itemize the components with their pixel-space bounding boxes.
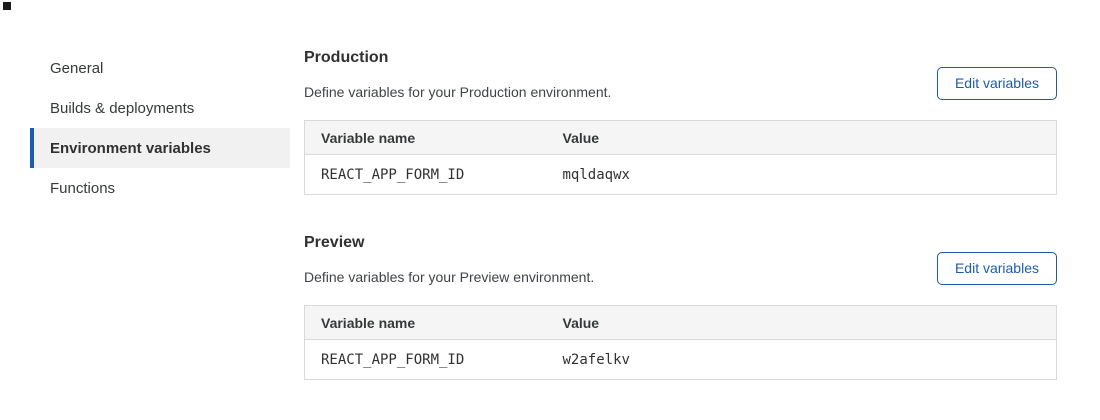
preview-section: Preview Define variables for your Previe… xyxy=(304,231,1057,380)
settings-sidebar: General Builds & deployments Environment… xyxy=(30,0,290,380)
sidebar-item-general[interactable]: General xyxy=(30,48,290,88)
preview-edit-variables-button[interactable]: Edit variables xyxy=(937,252,1057,285)
corner-mark xyxy=(3,2,11,10)
sidebar-item-functions[interactable]: Functions xyxy=(30,168,290,208)
preview-variables-table: Variable name Value REACT_APP_FORM_ID w2… xyxy=(304,305,1057,380)
sidebar-item-builds-deployments[interactable]: Builds & deployments xyxy=(30,88,290,128)
preview-section-header: Preview Define variables for your Previe… xyxy=(304,231,1057,287)
production-title: Production xyxy=(304,46,611,70)
value-column-header: Value xyxy=(547,306,1057,340)
production-section-header: Production Define variables for your Pro… xyxy=(304,46,1057,102)
sidebar-item-environment-variables[interactable]: Environment variables xyxy=(30,128,290,168)
production-variables-table: Variable name Value REACT_APP_FORM_ID mq… xyxy=(304,120,1057,195)
preview-heading-block: Preview Define variables for your Previe… xyxy=(304,231,594,287)
table-header-row: Variable name Value xyxy=(305,306,1057,340)
environment-variables-panel: Production Define variables for your Pro… xyxy=(304,0,1057,380)
project-settings-page: General Builds & deployments Environment… xyxy=(0,0,1100,380)
preview-description: Define variables for your Preview enviro… xyxy=(304,267,594,287)
table-header-row: Variable name Value xyxy=(305,121,1057,155)
variable-name-column-header: Variable name xyxy=(305,306,547,340)
variable-name-column-header: Variable name xyxy=(305,121,547,155)
table-row: REACT_APP_FORM_ID mqldaqwx xyxy=(305,155,1057,195)
value-column-header: Value xyxy=(547,121,1057,155)
production-edit-variables-button[interactable]: Edit variables xyxy=(937,67,1057,100)
variable-value-cell: w2afelkv xyxy=(547,340,1057,380)
preview-title: Preview xyxy=(304,231,594,255)
variable-name-cell: REACT_APP_FORM_ID xyxy=(305,155,547,195)
production-heading-block: Production Define variables for your Pro… xyxy=(304,46,611,102)
variable-value-cell: mqldaqwx xyxy=(547,155,1057,195)
production-description: Define variables for your Production env… xyxy=(304,82,611,102)
production-section: Production Define variables for your Pro… xyxy=(304,46,1057,195)
variable-name-cell: REACT_APP_FORM_ID xyxy=(305,340,547,380)
table-row: REACT_APP_FORM_ID w2afelkv xyxy=(305,340,1057,380)
